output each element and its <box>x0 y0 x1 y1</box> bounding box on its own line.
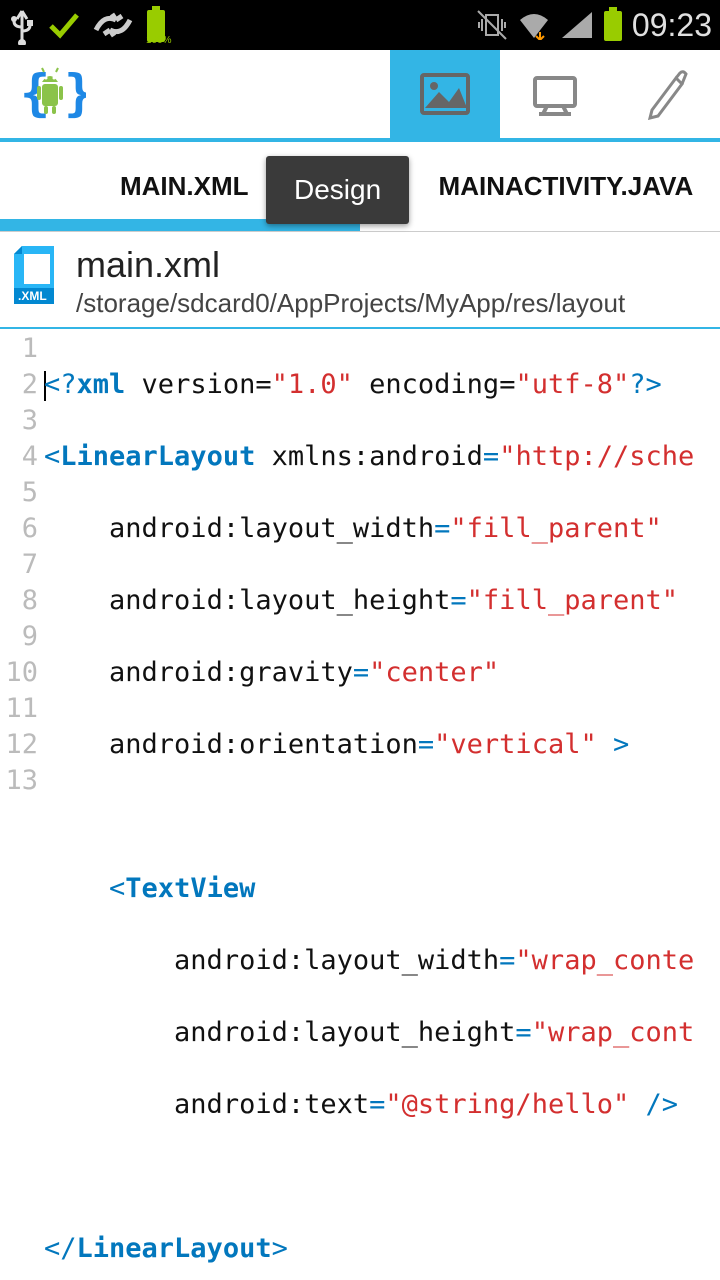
sync-icon <box>92 10 134 40</box>
tab-mainactivity-java[interactable]: MAINACTIVITY.JAVA <box>439 171 694 202</box>
file-header: .XML main.xml /storage/sdcard0/AppProjec… <box>0 232 720 329</box>
battery-small-icon: 100% <box>144 6 168 44</box>
tooltip-design: Design <box>266 156 409 224</box>
app-action-bar: { } <box>0 50 720 142</box>
svg-text:}: } <box>64 64 86 122</box>
battery-icon <box>602 7 624 43</box>
tab-main-xml[interactable]: MAIN.XML <box>120 171 249 202</box>
edit-button[interactable] <box>610 50 720 138</box>
code-editor[interactable]: 12345678910111213 <?xml version="1.0" en… <box>0 329 720 1280</box>
design-view-button[interactable] <box>390 50 500 138</box>
line-number-gutter: 12345678910111213 <box>0 329 42 1280</box>
battery-pct-label: 100% <box>146 35 172 46</box>
svg-text:.XML: .XML <box>18 289 47 303</box>
xml-file-icon: .XML <box>10 244 64 310</box>
wifi-icon <box>516 10 552 40</box>
signal-icon <box>560 10 594 40</box>
clock-label: 09:23 <box>632 7 712 44</box>
file-path-label: /storage/sdcard0/AppProjects/MyApp/res/l… <box>76 288 625 319</box>
usb-icon <box>8 5 36 45</box>
check-icon <box>46 7 82 43</box>
file-name-label: main.xml <box>76 244 625 286</box>
code-content[interactable]: <?xml version="1.0" encoding="utf-8"?> <… <box>42 329 720 1280</box>
android-status-bar: 100% 09:23 <box>0 0 720 50</box>
file-tabs: MAIN.XML MAINACTIVITY.JAVA Design <box>0 142 720 232</box>
preview-button[interactable] <box>500 50 610 138</box>
vibrate-icon <box>476 9 508 41</box>
app-logo-icon[interactable]: { } <box>0 64 100 124</box>
